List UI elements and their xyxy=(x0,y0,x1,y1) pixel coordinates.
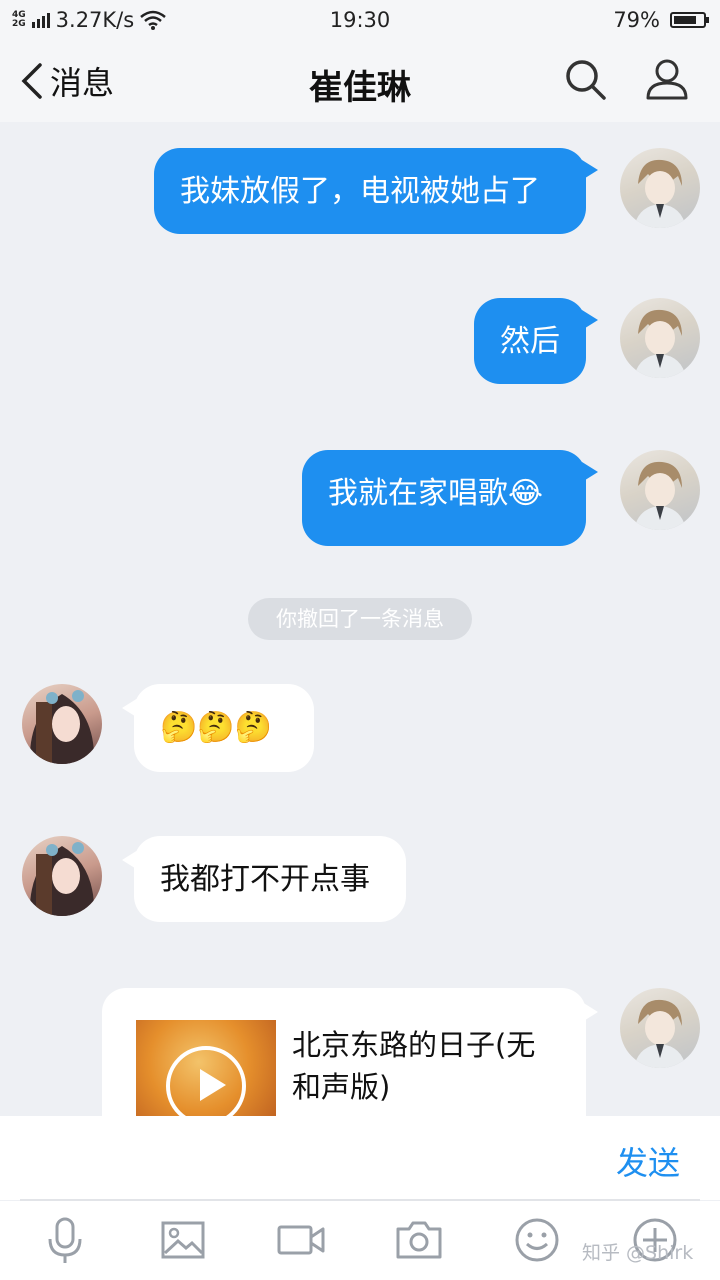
contact-avatar[interactable] xyxy=(22,684,102,764)
status-bar: 4G 2G 3.27K/s 19:30 79% xyxy=(0,0,720,40)
avatar-girl-image xyxy=(29,842,95,916)
chat-header: 消息 崔佳琳 xyxy=(0,40,720,122)
my-avatar[interactable] xyxy=(620,450,700,530)
video-icon[interactable] xyxy=(276,1215,326,1265)
back-label: 消息 xyxy=(50,64,115,102)
camera-icon[interactable] xyxy=(394,1215,444,1265)
my-avatar[interactable] xyxy=(620,298,700,378)
profile-icon[interactable] xyxy=(644,56,690,102)
avatar-boy-image xyxy=(634,461,686,530)
battery-percent: 79% xyxy=(613,8,660,32)
send-button[interactable]: 发送 xyxy=(616,1138,680,1184)
album-cover[interactable] xyxy=(136,1020,276,1116)
emoji-icon[interactable] xyxy=(512,1215,562,1265)
recall-notice: 你撤回了一条消息 xyxy=(248,598,472,640)
message-bubble-outgoing[interactable]: 我就在家唱歌😂 xyxy=(302,450,598,546)
image-icon[interactable] xyxy=(158,1215,208,1265)
message-bubble-outgoing[interactable]: 然后 xyxy=(474,298,598,384)
play-icon[interactable] xyxy=(166,1046,246,1116)
battery-fill xyxy=(674,16,696,24)
music-share-card[interactable]: 北京东路的日子(无和声版) xyxy=(102,988,598,1116)
chat-area[interactable]: 我妹放假了，电视被她占了 然后 我就在家唱歌😂 你撤回了一条消息 🤔🤔🤔 我都打… xyxy=(0,122,720,1116)
battery-icon xyxy=(670,12,709,28)
avatar-boy-image xyxy=(634,159,686,228)
song-title: 北京东路的日子(无和声版) xyxy=(292,1028,536,1104)
contact-avatar[interactable] xyxy=(22,836,102,916)
avatar-boy-image xyxy=(634,309,686,378)
avatar-boy-image xyxy=(634,999,686,1068)
watermark: 知乎 @Shirk xyxy=(582,1242,694,1264)
search-icon[interactable] xyxy=(562,56,608,102)
back-button[interactable]: 消息 xyxy=(18,58,114,104)
message-bubble-incoming[interactable]: 我都打不开点事 xyxy=(122,836,406,922)
input-bar: 发送 xyxy=(0,1116,720,1200)
status-time: 19:30 xyxy=(329,8,391,32)
message-input[interactable] xyxy=(20,1126,594,1192)
mic-icon[interactable] xyxy=(40,1215,90,1265)
message-bubble-outgoing[interactable]: 我妹放假了，电视被她占了 xyxy=(154,148,598,234)
my-avatar[interactable] xyxy=(620,148,700,228)
status-right: 79% xyxy=(613,8,709,32)
avatar-girl-image xyxy=(29,690,95,764)
my-avatar[interactable] xyxy=(620,988,700,1068)
chevron-left-icon xyxy=(21,63,42,99)
message-bubble-incoming[interactable]: 🤔🤔🤔 xyxy=(122,684,314,772)
